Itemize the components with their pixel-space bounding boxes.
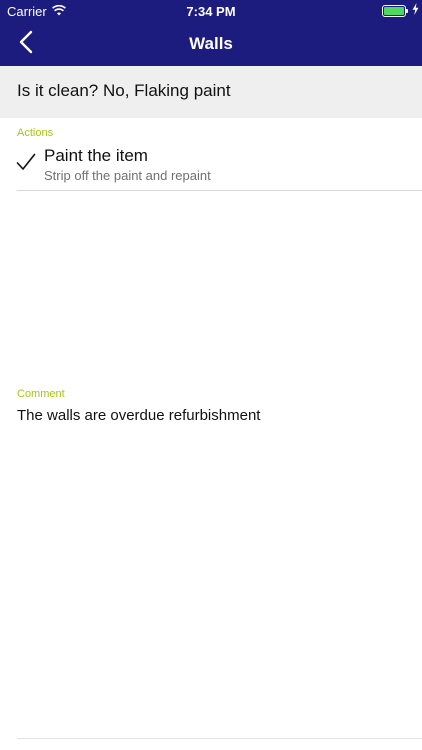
action-subtitle: Strip off the paint and repaint <box>44 168 211 183</box>
clock-label: 7:34 PM <box>186 4 236 19</box>
checkmark-icon <box>16 152 36 172</box>
divider <box>17 738 422 739</box>
action-title: Paint the item <box>44 146 148 165</box>
app-screen: Carrier 7:34 PM Walls Is it clean? No, F… <box>0 0 422 750</box>
divider <box>17 190 422 191</box>
nav-bar: Walls <box>0 22 422 66</box>
comment-text[interactable]: The walls are overdue refurbishment <box>17 407 260 424</box>
page-title: Walls <box>189 34 233 53</box>
actions-section-label: Actions <box>17 127 54 139</box>
charging-bolt-icon <box>412 3 419 18</box>
status-bar: Carrier 7:34 PM <box>0 0 422 22</box>
header: Carrier 7:34 PM Walls <box>0 0 422 66</box>
battery-icon <box>382 5 408 17</box>
question-banner: Is it clean? No, Flaking paint <box>0 66 422 118</box>
action-item[interactable]: Paint the item Strip off the paint and r… <box>0 140 422 191</box>
comment-section-label: Comment <box>17 388 65 400</box>
question-text: Is it clean? No, Flaking paint <box>17 81 231 100</box>
